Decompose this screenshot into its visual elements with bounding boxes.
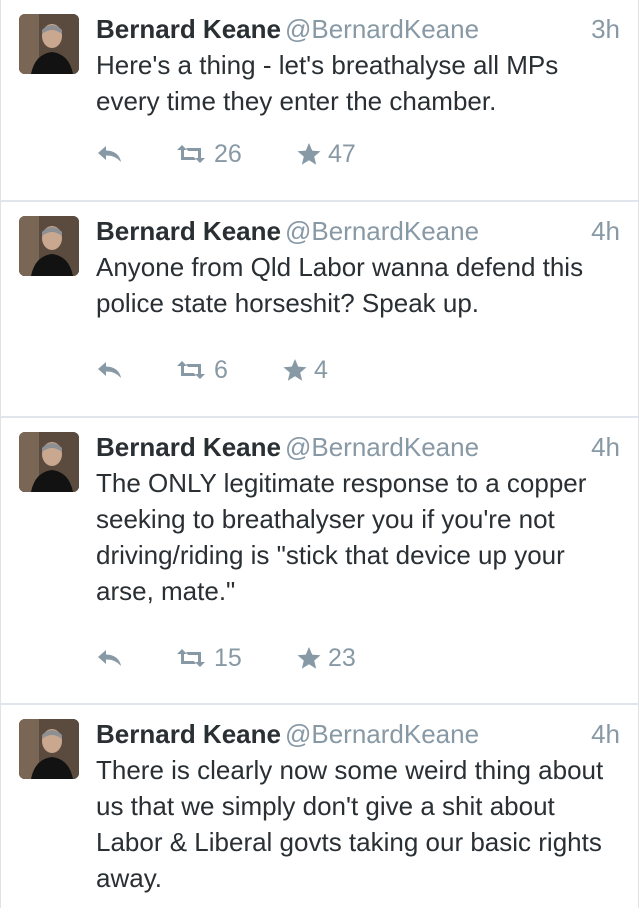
star-icon bbox=[283, 359, 307, 381]
author-handle[interactable]: @BernardKeane bbox=[285, 719, 479, 749]
tweet-text: The ONLY legitimate response to a copper… bbox=[96, 468, 587, 606]
author-name[interactable]: Bernard Keane bbox=[96, 14, 281, 44]
reply-icon bbox=[98, 146, 121, 162]
tweet-text: There is clearly now some weird thing ab… bbox=[96, 755, 604, 893]
favorite-count: 23 bbox=[328, 644, 356, 672]
avatar[interactable] bbox=[19, 719, 79, 779]
reply-button[interactable] bbox=[96, 355, 124, 385]
tweet-header: Bernard Keane @BernardKeane 4h bbox=[96, 717, 620, 751]
tweet-timestamp[interactable]: 4h bbox=[591, 430, 620, 464]
favorite-button[interactable]: 4 bbox=[282, 355, 328, 385]
star-icon bbox=[297, 647, 321, 669]
retweet-icon bbox=[177, 361, 205, 379]
author-handle[interactable]: @BernardKeane bbox=[285, 432, 479, 462]
tweet-actions: 26 47 bbox=[96, 139, 496, 169]
reply-button[interactable] bbox=[96, 139, 124, 169]
author-handle[interactable]: @BernardKeane bbox=[285, 216, 479, 246]
avatar-photo-icon bbox=[19, 216, 79, 276]
author-handle[interactable]: @BernardKeane bbox=[285, 14, 479, 44]
avatar-photo-icon bbox=[19, 719, 79, 779]
tweet-header: Bernard Keane @BernardKeane 3h bbox=[96, 12, 620, 46]
tweet-text: Anyone from Qld Labor wanna defend this … bbox=[96, 252, 584, 318]
star-icon bbox=[297, 143, 321, 165]
tweet-timeline: Bernard Keane @BernardKeane 3h Here's a t… bbox=[0, 0, 639, 908]
tweet[interactable]: Bernard Keane @BernardKeane 3h Here's a t… bbox=[1, 0, 638, 202]
tweet-timestamp[interactable]: 4h bbox=[591, 214, 620, 248]
avatar-photo-icon bbox=[19, 432, 79, 492]
avatar-photo-icon bbox=[19, 14, 79, 74]
retweet-count: 6 bbox=[214, 356, 228, 384]
retweet-count: 26 bbox=[214, 140, 242, 168]
retweet-icon bbox=[177, 145, 205, 163]
retweet-count: 15 bbox=[214, 644, 242, 672]
reply-icon bbox=[98, 362, 121, 378]
favorite-count: 4 bbox=[314, 356, 328, 384]
author-name[interactable]: Bernard Keane bbox=[96, 719, 281, 749]
reply-button[interactable] bbox=[96, 643, 124, 673]
favorite-button[interactable]: 47 bbox=[296, 139, 356, 169]
tweet-timestamp[interactable]: 4h bbox=[591, 717, 620, 751]
tweet-timestamp[interactable]: 3h bbox=[591, 12, 620, 46]
retweet-button[interactable]: 26 bbox=[174, 139, 242, 169]
avatar[interactable] bbox=[19, 432, 79, 492]
author-name[interactable]: Bernard Keane bbox=[96, 432, 281, 462]
retweet-icon bbox=[177, 649, 205, 667]
tweet-header: Bernard Keane @BernardKeane 4h bbox=[96, 214, 620, 248]
tweet-header: Bernard Keane @BernardKeane 4h bbox=[96, 430, 620, 464]
retweet-button[interactable]: 6 bbox=[174, 355, 228, 385]
reply-icon bbox=[98, 650, 121, 666]
tweet-actions: 15 23 bbox=[96, 643, 496, 673]
tweet-actions: 6 4 bbox=[96, 355, 496, 385]
tweet[interactable]: Bernard Keane @BernardKeane 4h There is c… bbox=[1, 705, 638, 908]
retweet-button[interactable]: 15 bbox=[174, 643, 242, 673]
author-name[interactable]: Bernard Keane bbox=[96, 216, 281, 246]
avatar[interactable] bbox=[19, 14, 79, 74]
tweet[interactable]: Bernard Keane @BernardKeane 4h The ONLY l… bbox=[1, 418, 638, 705]
tweet-text: Here's a thing - let's breathalyse all M… bbox=[96, 50, 559, 116]
favorite-button[interactable]: 23 bbox=[296, 643, 356, 673]
avatar[interactable] bbox=[19, 216, 79, 276]
favorite-count: 47 bbox=[328, 140, 356, 168]
tweet[interactable]: Bernard Keane @BernardKeane 4h Anyone fro… bbox=[1, 202, 638, 418]
